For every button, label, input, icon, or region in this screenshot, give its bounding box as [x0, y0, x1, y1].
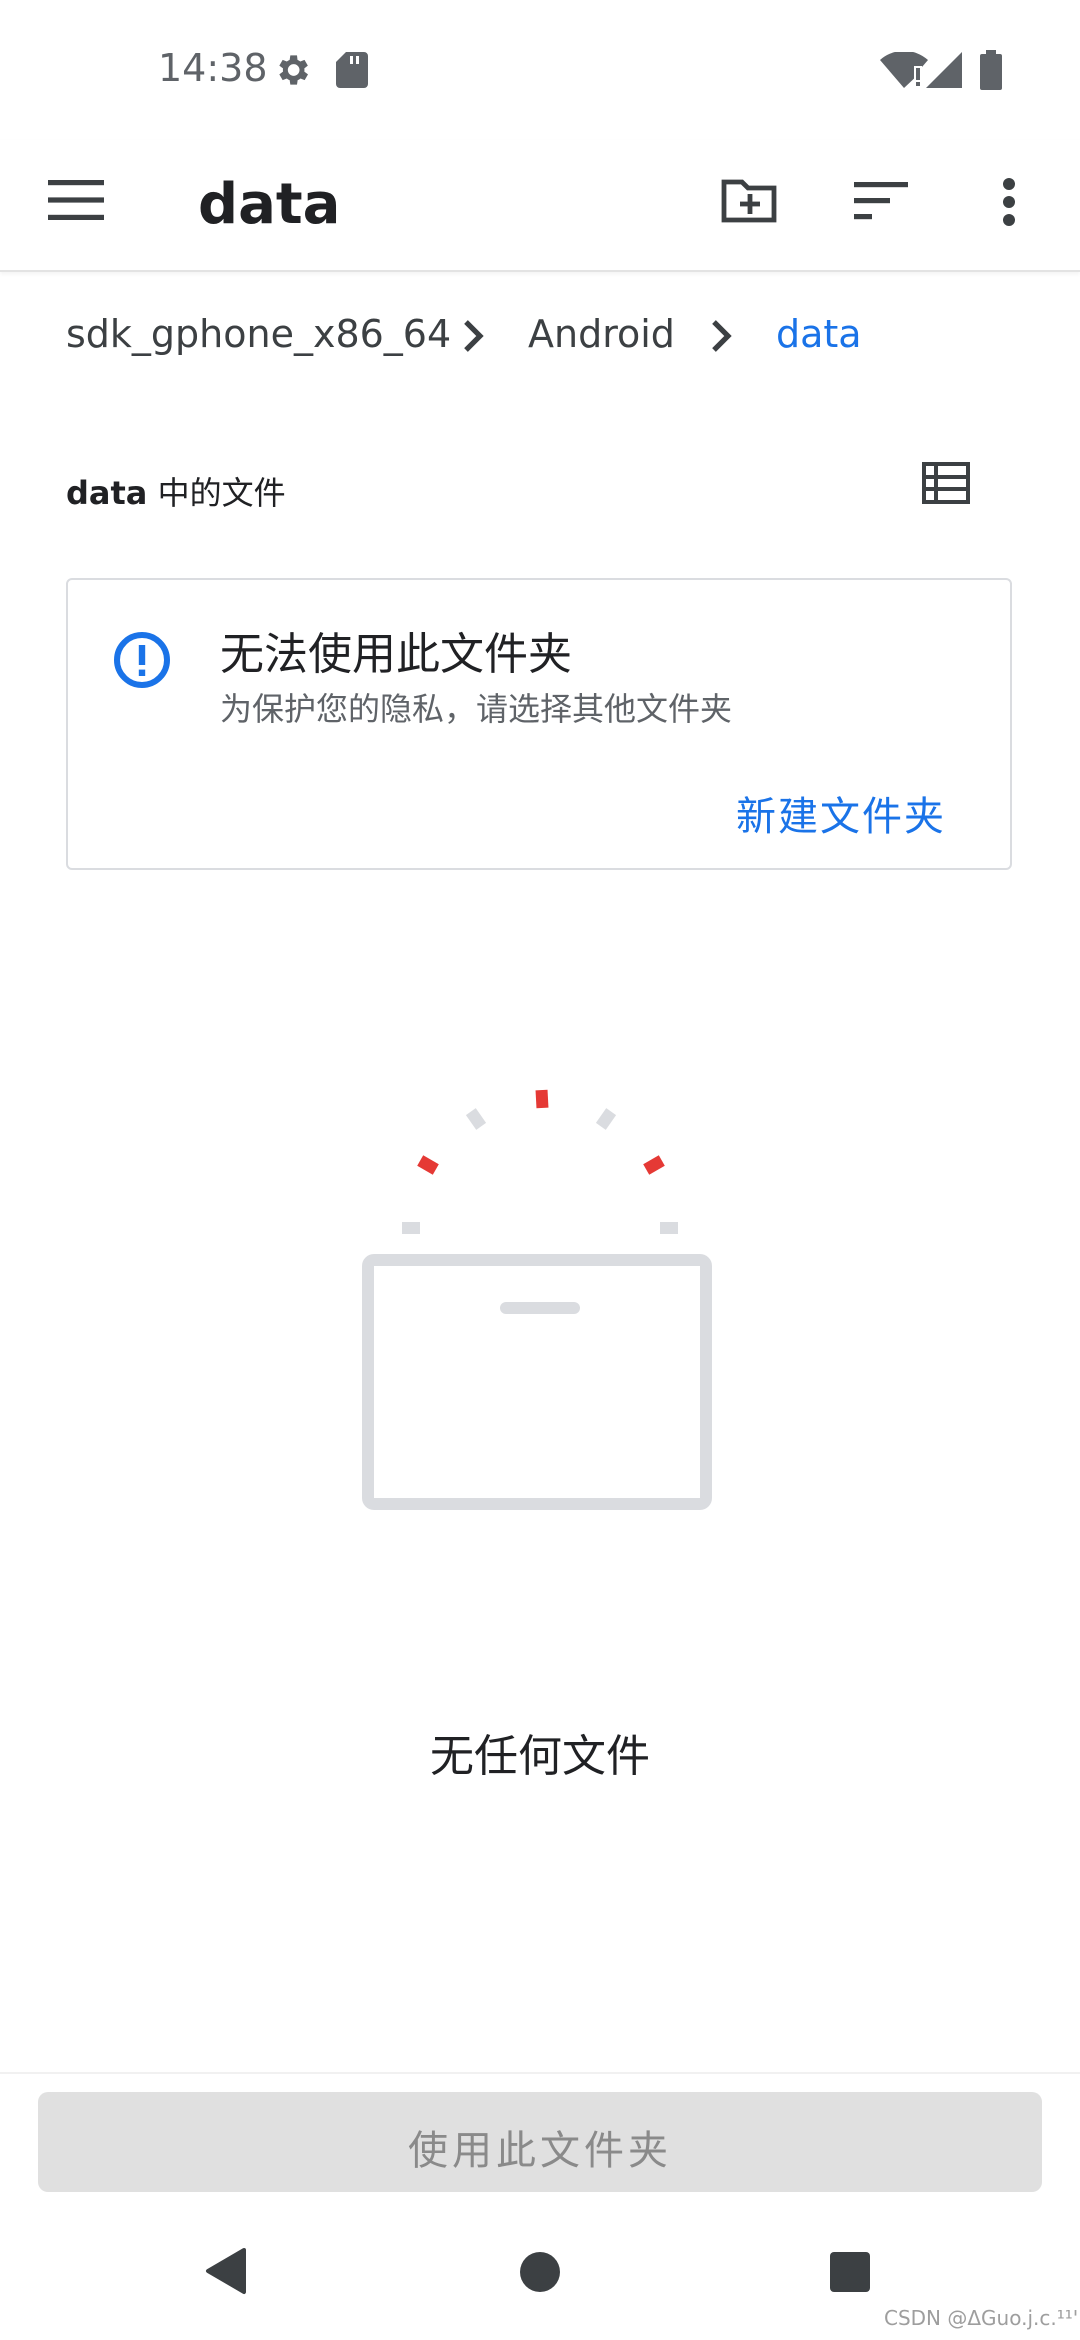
info-icon — [112, 630, 172, 694]
home-icon[interactable] — [518, 2250, 562, 2298]
settings-gear-icon — [272, 50, 312, 94]
app-bar — [0, 140, 1080, 272]
signal-icon — [926, 52, 962, 92]
card-subtitle: 为保护您的隐私，请选择其他文件夹 — [220, 690, 733, 728]
new-folder-icon[interactable] — [720, 174, 780, 230]
sort-icon[interactable] — [854, 182, 908, 224]
use-folder-button-label: 使用此文件夹 — [408, 2128, 672, 2174]
divider — [0, 2072, 1080, 2074]
battery-icon — [980, 50, 1002, 94]
new-folder-button[interactable]: 新建文件夹 — [736, 784, 946, 842]
chevron-right-icon — [710, 318, 732, 358]
wifi-icon — [880, 50, 928, 92]
recents-icon[interactable] — [828, 2250, 872, 2298]
breadcrumb-item-device[interactable]: sdk_gphone_x86_64 — [66, 312, 451, 356]
section-suffix: 中的文件 — [147, 474, 286, 512]
back-icon[interactable] — [204, 2246, 248, 2300]
sd-card-icon — [336, 52, 368, 92]
watermark: CSDN @ΔGuo.j.c.¹¹' — [884, 2306, 1079, 2330]
breadcrumb-item-android[interactable]: Android — [528, 312, 675, 356]
menu-icon[interactable] — [48, 180, 108, 224]
breadcrumb-item-data[interactable]: data — [776, 312, 862, 356]
empty-state-message: 无任何文件 — [430, 1731, 650, 1782]
section-title: data 中的文件 — [66, 468, 286, 514]
status-time: 14:38 — [158, 46, 268, 90]
page-title: data — [198, 172, 341, 237]
chevron-right-icon — [462, 318, 484, 358]
list-view-icon[interactable] — [922, 462, 970, 508]
folder-name: data — [66, 474, 148, 512]
empty-folder-illustration — [360, 1080, 720, 1524]
more-options-icon[interactable] — [998, 178, 1020, 230]
card-title: 无法使用此文件夹 — [220, 629, 572, 680]
